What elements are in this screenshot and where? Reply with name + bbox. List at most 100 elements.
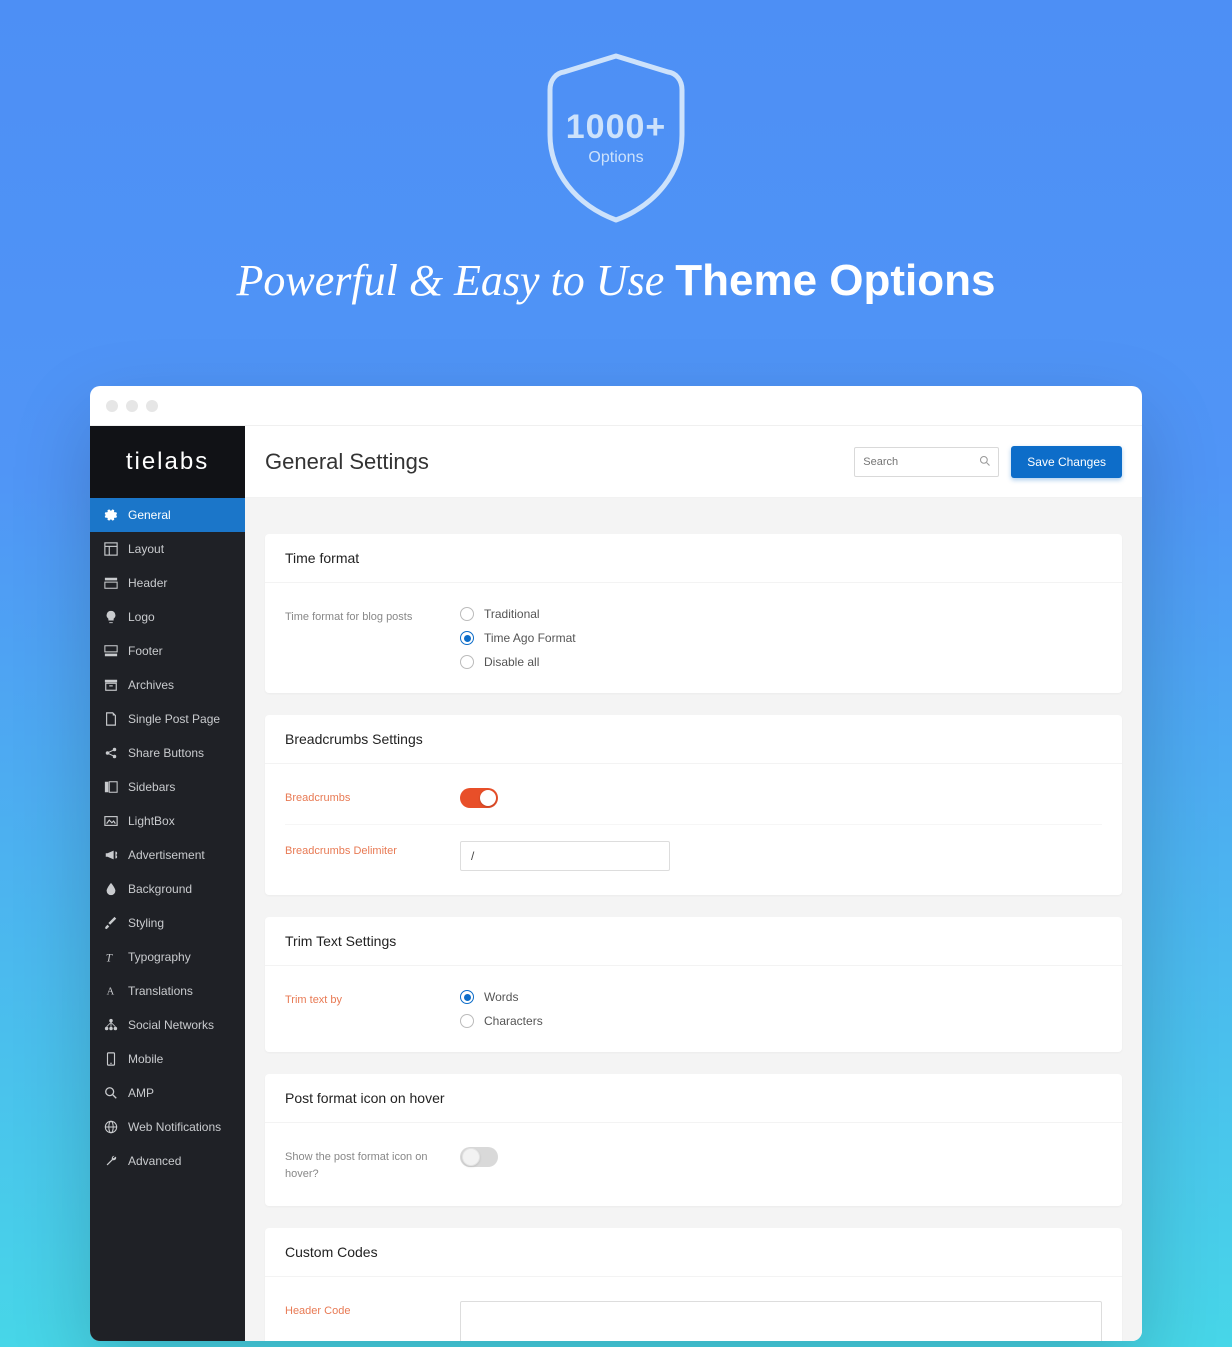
header-code-textarea[interactable] bbox=[460, 1301, 1102, 1341]
sidebar-item-label: Logo bbox=[128, 610, 155, 624]
sidebar: tielabs General Layout Header Logo Footer Arc… bbox=[90, 426, 245, 1341]
headline-bold: Theme Options bbox=[675, 256, 995, 305]
radio-option[interactable]: Time Ago Format bbox=[460, 631, 1102, 645]
layout-icon bbox=[104, 542, 118, 556]
sidebar-item-background[interactable]: Background bbox=[90, 872, 245, 906]
sidebar-item-logo[interactable]: Logo bbox=[90, 600, 245, 634]
sidebar-item-translations[interactable]: A Translations bbox=[90, 974, 245, 1008]
shield-sublabel: Options bbox=[566, 149, 667, 167]
radio-icon bbox=[460, 631, 474, 645]
content-area: General Settings Save Changes Time forma… bbox=[245, 426, 1142, 1341]
panel-breadcrumbs: Breadcrumbs Settings Breadcrumbs Breadcr… bbox=[265, 715, 1122, 895]
page-title: General Settings bbox=[265, 449, 842, 475]
breadcrumbs-toggle[interactable] bbox=[460, 788, 498, 808]
sidebar-item-styling[interactable]: Styling bbox=[90, 906, 245, 940]
panel-title: Custom Codes bbox=[265, 1228, 1122, 1277]
radio-group-time-format: Traditional Time Ago Format Disable all bbox=[460, 607, 1102, 669]
delimiter-input[interactable] bbox=[460, 841, 670, 871]
sidebar-item-typography[interactable]: T Typography bbox=[90, 940, 245, 974]
sidebar-item-label: Background bbox=[128, 882, 192, 896]
headline: Powerful & Easy to Use Theme Options bbox=[0, 255, 1232, 306]
panel-title: Breadcrumbs Settings bbox=[265, 715, 1122, 764]
radio-option[interactable]: Characters bbox=[460, 1014, 1102, 1028]
app-shell: tielabs General Layout Header Logo Footer Arc… bbox=[90, 426, 1142, 1341]
sidebar-item-label: LightBox bbox=[128, 814, 175, 828]
sidebar-item-lightbox[interactable]: LightBox bbox=[90, 804, 245, 838]
svg-text:T: T bbox=[106, 952, 113, 964]
sidebar-item-single-post-page[interactable]: Single Post Page bbox=[90, 702, 245, 736]
traffic-dot bbox=[146, 400, 158, 412]
brand-logo: tielabs bbox=[126, 448, 209, 476]
field-label: Trim text by bbox=[285, 990, 430, 1028]
network-icon bbox=[104, 1018, 118, 1032]
sidebar-item-web-notifications[interactable]: Web Notifications bbox=[90, 1110, 245, 1144]
panel-title: Time format bbox=[265, 534, 1122, 583]
sidebar-item-label: Advanced bbox=[128, 1154, 181, 1168]
letter-icon: A bbox=[104, 984, 118, 998]
brush-icon bbox=[104, 916, 118, 930]
traffic-dot bbox=[106, 400, 118, 412]
panel-post-format: Post format icon on hover Show the post … bbox=[265, 1074, 1122, 1206]
radio-label: Traditional bbox=[484, 607, 540, 621]
share-icon bbox=[104, 746, 118, 760]
sidebar-item-label: Header bbox=[128, 576, 167, 590]
postformat-toggle[interactable] bbox=[460, 1147, 498, 1167]
sidebar-item-amp[interactable]: AMP bbox=[90, 1076, 245, 1110]
radio-option[interactable]: Disable all bbox=[460, 655, 1102, 669]
sidebar-item-label: Social Networks bbox=[128, 1018, 214, 1032]
shield-badge: 1000+ Options bbox=[536, 50, 696, 225]
sidebar-item-label: Single Post Page bbox=[128, 712, 220, 726]
search-icon bbox=[979, 455, 991, 470]
field-label: Breadcrumbs Delimiter bbox=[285, 841, 430, 871]
sidebar-item-label: Advertisement bbox=[128, 848, 205, 862]
radio-label: Time Ago Format bbox=[484, 631, 576, 645]
sidebar-item-header[interactable]: Header bbox=[90, 566, 245, 600]
panel-title: Trim Text Settings bbox=[265, 917, 1122, 966]
sidebar-item-label: Footer bbox=[128, 644, 163, 658]
sidebar-item-social-networks[interactable]: Social Networks bbox=[90, 1008, 245, 1042]
globe-icon bbox=[104, 1120, 118, 1134]
radio-option[interactable]: Words bbox=[460, 990, 1102, 1004]
logo-area: tielabs bbox=[90, 426, 245, 498]
headline-light: Powerful & Easy to Use bbox=[237, 256, 676, 305]
save-button[interactable]: Save Changes bbox=[1011, 446, 1122, 478]
sidebar-item-label: Mobile bbox=[128, 1052, 163, 1066]
sidebar-item-layout[interactable]: Layout bbox=[90, 532, 245, 566]
sidebar-item-mobile[interactable]: Mobile bbox=[90, 1042, 245, 1076]
sidebar-item-label: AMP bbox=[128, 1086, 154, 1100]
search-input[interactable] bbox=[854, 447, 999, 477]
megaphone-icon bbox=[104, 848, 118, 862]
sidebar-item-label: Translations bbox=[128, 984, 193, 998]
sidebar-item-label: Share Buttons bbox=[128, 746, 204, 760]
sidebar-item-share-buttons[interactable]: Share Buttons bbox=[90, 736, 245, 770]
traffic-dot bbox=[126, 400, 138, 412]
footer-icon bbox=[104, 644, 118, 658]
sidebar-item-sidebars[interactable]: Sidebars bbox=[90, 770, 245, 804]
field-label: Header Code bbox=[285, 1301, 430, 1341]
field-label: Time format for blog posts bbox=[285, 607, 430, 669]
drop-icon bbox=[104, 882, 118, 896]
radio-label: Disable all bbox=[484, 655, 539, 669]
sidebar-nav: General Layout Header Logo Footer Archives Sin… bbox=[90, 498, 245, 1178]
sidebar-item-label: Layout bbox=[128, 542, 164, 556]
sidebar-item-advertisement[interactable]: Advertisement bbox=[90, 838, 245, 872]
sidebar-item-label: Archives bbox=[128, 678, 174, 692]
type-icon: T bbox=[104, 950, 118, 964]
wrench-icon bbox=[104, 1154, 118, 1168]
browser-window: tielabs General Layout Header Logo Footer Arc… bbox=[90, 386, 1142, 1341]
sidebar-item-general[interactable]: General bbox=[90, 498, 245, 532]
gear-icon bbox=[104, 508, 118, 522]
sidebar-item-archives[interactable]: Archives bbox=[90, 668, 245, 702]
radio-group-trim: Words Characters bbox=[460, 990, 1102, 1028]
sidebar-item-label: General bbox=[128, 508, 171, 522]
bulb-icon bbox=[104, 610, 118, 624]
panel-trim: Trim Text Settings Trim text by Words Cha… bbox=[265, 917, 1122, 1052]
sidebar-item-footer[interactable]: Footer bbox=[90, 634, 245, 668]
radio-icon bbox=[460, 1014, 474, 1028]
sidebar-item-label: Typography bbox=[128, 950, 191, 964]
sidebar-item-advanced[interactable]: Advanced bbox=[90, 1144, 245, 1178]
panel-time-format: Time format Time format for blog posts T… bbox=[265, 534, 1122, 693]
radio-option[interactable]: Traditional bbox=[460, 607, 1102, 621]
shield-number: 1000+ bbox=[566, 108, 667, 147]
hero: 1000+ Options Powerful & Easy to Use The… bbox=[0, 0, 1232, 346]
